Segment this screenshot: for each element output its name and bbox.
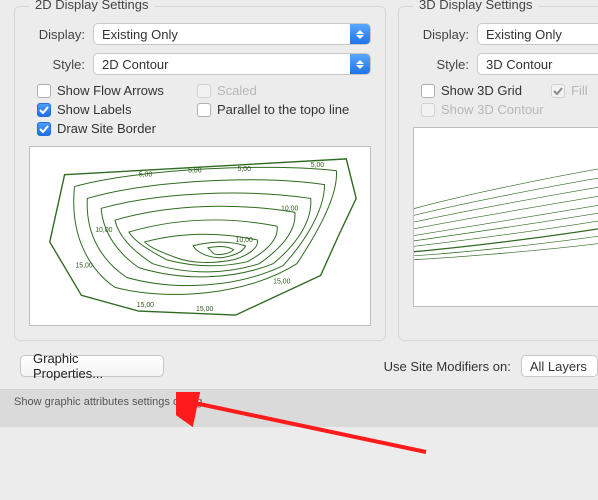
show-3d-grid-label: Show 3D Grid <box>441 83 522 98</box>
graphic-properties-button[interactable]: Graphic Properties... <box>20 355 164 377</box>
3d-display-settings-panel: 3D Display Settings Display: Existing On… <box>398 6 598 341</box>
draw-site-border-label: Draw Site Border <box>57 121 156 136</box>
svg-text:5,00: 5,00 <box>311 162 325 169</box>
svg-text:5,00: 5,00 <box>238 166 252 173</box>
scaled-checkbox: Scaled <box>197 83 377 98</box>
show-3d-contour-checkbox: Show 3D Contour <box>421 102 598 117</box>
3d-preview <box>413 127 598 307</box>
style-select-3d[interactable]: 3D Contour <box>477 53 598 75</box>
svg-text:10,00: 10,00 <box>281 205 298 212</box>
checkbox-icon <box>37 122 51 136</box>
display-select-3d[interactable]: Existing Only <box>477 23 598 45</box>
graphic-properties-label: Graphic Properties... <box>33 351 151 381</box>
style-select-2d-value: 2D Contour <box>94 57 350 72</box>
display-select-2d[interactable]: Existing Only <box>93 23 371 45</box>
checkbox-icon <box>551 84 565 98</box>
fill-checkbox: Fill <box>551 83 598 98</box>
show-3d-grid-checkbox[interactable]: Show 3D Grid <box>421 83 541 98</box>
show-flow-arrows-label: Show Flow Arrows <box>57 83 164 98</box>
checkbox-icon <box>421 84 435 98</box>
svg-text:15,00: 15,00 <box>75 263 92 270</box>
status-text: Show graphic attributes settings dialog. <box>14 396 205 408</box>
checkbox-icon <box>37 84 51 98</box>
svg-text:10,00: 10,00 <box>236 237 253 244</box>
style-label-3d: Style: <box>413 57 477 72</box>
svg-text:15,00: 15,00 <box>137 302 154 309</box>
style-label-2d: Style: <box>29 57 93 72</box>
fill-label: Fill <box>571 83 588 98</box>
style-select-2d[interactable]: 2D Contour <box>93 53 371 75</box>
show-labels-label: Show Labels <box>57 102 131 117</box>
use-site-modifiers-label: Use Site Modifiers on: <box>384 359 511 374</box>
checkbox-icon <box>197 84 211 98</box>
chevron-updown-icon <box>350 54 370 74</box>
panel-title-3d: 3D Display Settings <box>413 0 538 12</box>
display-select-2d-value: Existing Only <box>94 27 350 42</box>
2d-display-settings-panel: 2D Display Settings Display: Existing On… <box>14 6 386 341</box>
svg-text:5,00: 5,00 <box>188 168 202 175</box>
checkbox-icon <box>421 103 435 117</box>
draw-site-border-checkbox[interactable]: Draw Site Border <box>37 121 187 136</box>
show-labels-checkbox[interactable]: Show Labels <box>37 102 187 117</box>
style-select-3d-value: 3D Contour <box>478 57 598 72</box>
svg-text:5,00: 5,00 <box>139 172 153 179</box>
svg-text:15,00: 15,00 <box>273 278 290 285</box>
show-3d-contour-label: Show 3D Contour <box>441 102 544 117</box>
parallel-label: Parallel to the topo line <box>217 102 349 117</box>
panel-title-2d: 2D Display Settings <box>29 0 154 12</box>
checkbox-icon <box>197 103 211 117</box>
display-label-3d: Display: <box>413 27 477 42</box>
2d-preview: 5,00 5,00 5,00 5,00 10,00 15,00 15,00 15,00 10,0… <box>29 146 371 326</box>
display-label-2d: Display: <box>29 27 93 42</box>
show-flow-arrows-checkbox[interactable]: Show Flow Arrows <box>37 83 187 98</box>
parallel-checkbox[interactable]: Parallel to the topo line <box>197 102 377 117</box>
chevron-updown-icon <box>350 24 370 44</box>
svg-text:15,00: 15,00 <box>196 306 213 313</box>
use-site-modifiers-value: All Layers <box>522 359 597 374</box>
use-site-modifiers-select[interactable]: All Layers <box>521 355 598 377</box>
svg-text:10,00: 10,00 <box>95 227 112 234</box>
display-select-3d-value: Existing Only <box>478 27 598 42</box>
status-bar: Show graphic attributes settings dialog. <box>0 389 598 427</box>
checkbox-icon <box>37 103 51 117</box>
scaled-label: Scaled <box>217 83 257 98</box>
